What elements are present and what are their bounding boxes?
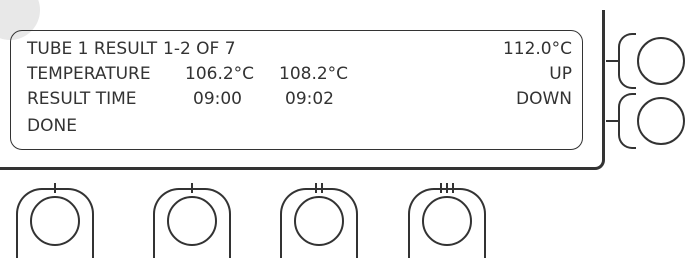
result-range: 1-2 OF 7 — [163, 39, 236, 59]
soft-key-4[interactable] — [408, 178, 486, 258]
up-button-bracket — [618, 33, 636, 89]
soft-key-3-button[interactable] — [294, 196, 344, 246]
down-label: DOWN — [516, 89, 572, 109]
result-time-value-2: 09:02 — [285, 89, 334, 109]
temperature-label: TEMPERATURE — [27, 64, 151, 84]
display-row-3: RESULT TIME 09:00 09:02 DOWN — [27, 89, 572, 113]
up-button-connector — [606, 60, 618, 62]
down-button-bracket — [618, 93, 636, 149]
soft-key-1-button[interactable] — [30, 196, 80, 246]
soft-key-3[interactable] — [280, 178, 358, 258]
display-row-1: TUBE 1 RESULT 1-2 OF 7 112.0°C — [27, 39, 572, 63]
soft-key-1[interactable] — [16, 178, 94, 258]
soft-key-2[interactable] — [153, 178, 231, 258]
soft-key-2-button[interactable] — [167, 196, 217, 246]
done-label: DONE — [27, 116, 77, 136]
display-row-4: DONE — [27, 116, 572, 140]
up-label: UP — [549, 64, 572, 84]
up-button[interactable] — [637, 37, 685, 85]
temperature-value-1: 106.2°C — [185, 64, 255, 84]
temperature-value-2: 108.2°C — [279, 64, 349, 84]
result-time-value-1: 09:00 — [193, 89, 242, 109]
tube-result-label: TUBE 1 RESULT — [27, 39, 158, 59]
down-button[interactable] — [637, 97, 685, 145]
lcd-display: TUBE 1 RESULT 1-2 OF 7 112.0°C TEMPERATU… — [10, 30, 583, 150]
setpoint-value: 112.0°C — [502, 39, 572, 59]
down-button-connector — [606, 120, 618, 122]
result-time-label: RESULT TIME — [27, 89, 137, 109]
display-row-2: TEMPERATURE 106.2°C 108.2°C UP — [27, 64, 572, 88]
soft-key-4-button[interactable] — [422, 196, 472, 246]
